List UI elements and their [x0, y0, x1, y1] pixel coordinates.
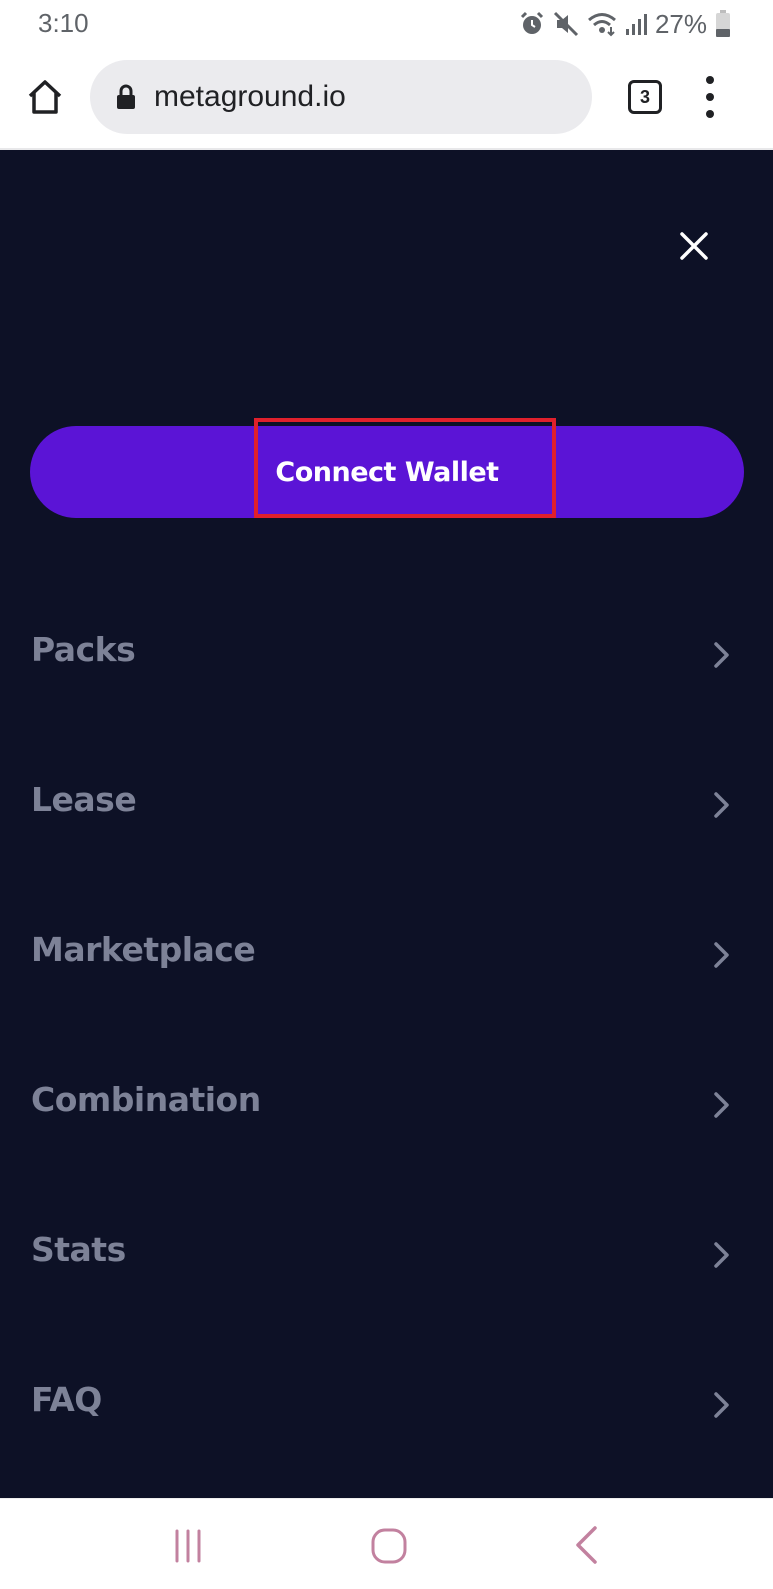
- nav-item-label: Packs: [31, 630, 136, 669]
- connect-wallet-button[interactable]: Connect Wallet: [30, 426, 744, 518]
- android-nav-bar: [0, 1498, 773, 1589]
- alarm-icon: [519, 11, 545, 37]
- nav-item-label: Stats: [31, 1230, 126, 1269]
- nav-item-marketplace[interactable]: Marketplace: [0, 876, 773, 1026]
- chevron-right-icon: [714, 1392, 729, 1418]
- nav-item-label: Lease: [31, 780, 137, 819]
- tabs-icon[interactable]: 3: [628, 80, 662, 114]
- url-text: metaground.io: [154, 80, 346, 113]
- nav-item-packs[interactable]: Packs: [0, 576, 773, 726]
- back-icon[interactable]: [572, 1525, 600, 1565]
- status-icons: 27%: [519, 8, 731, 40]
- lock-icon: [116, 84, 136, 110]
- mute-icon: [553, 11, 579, 37]
- nav-item-faq[interactable]: FAQ: [0, 1326, 773, 1476]
- recent-apps-icon[interactable]: [172, 1529, 204, 1563]
- status-bar: 3:10 27%: [0, 0, 773, 48]
- home-icon[interactable]: [24, 76, 66, 118]
- battery-percent: 27%: [654, 8, 707, 39]
- battery-icon: [715, 10, 731, 38]
- nav-list: Packs Lease Marketplace Combination Stat…: [0, 576, 773, 1476]
- browser-toolbar: metaground.io 3: [0, 48, 773, 150]
- status-time: 3:10: [38, 8, 89, 38]
- nav-item-label: FAQ: [31, 1380, 102, 1419]
- close-icon[interactable]: [676, 228, 712, 264]
- url-bar[interactable]: metaground.io: [90, 60, 592, 134]
- chevron-right-icon: [714, 942, 729, 968]
- chevron-right-icon: [714, 1242, 729, 1268]
- chevron-right-icon: [714, 1092, 729, 1118]
- wifi-icon: [587, 11, 617, 37]
- nav-item-combination[interactable]: Combination: [0, 1026, 773, 1176]
- more-vert-icon[interactable]: [702, 76, 718, 118]
- chevron-right-icon: [714, 792, 729, 818]
- nav-item-stats[interactable]: Stats: [0, 1176, 773, 1326]
- nav-item-label: Combination: [31, 1080, 261, 1119]
- home-button-icon[interactable]: [370, 1527, 408, 1565]
- nav-item-label: Marketplace: [31, 930, 256, 969]
- connect-wallet-label: Connect Wallet: [275, 456, 499, 488]
- nav-item-lease[interactable]: Lease: [0, 726, 773, 876]
- chevron-right-icon: [714, 642, 729, 668]
- signal-icon: [625, 11, 647, 37]
- mobile-menu-overlay: Connect Wallet Packs Lease Marketplace C…: [0, 150, 773, 1498]
